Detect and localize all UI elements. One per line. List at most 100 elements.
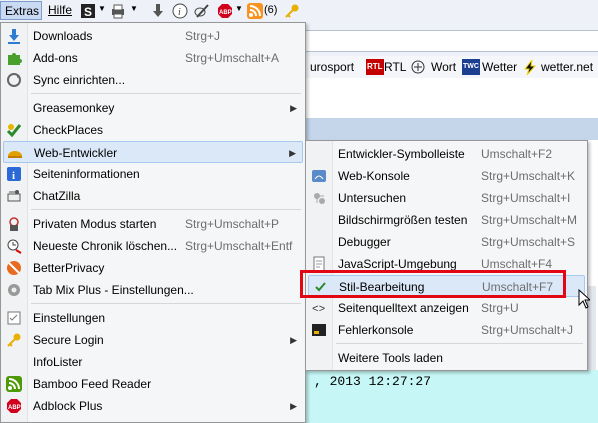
menu-item-infolister[interactable]: InfoLister xyxy=(3,351,303,373)
menu-item-shortcut: Strg+Umschalt+Entf xyxy=(185,239,293,253)
menu-item-label: Bamboo Feed Reader xyxy=(33,377,152,391)
print-icon[interactable] xyxy=(110,3,126,19)
menu-item-label: CheckPlaces xyxy=(33,123,104,137)
rss-icon[interactable] xyxy=(247,3,263,19)
timestamp-text: , 2013 12:27:27 xyxy=(314,374,432,389)
menu-extras[interactable]: Extras xyxy=(0,1,42,20)
menu-item-shortcut: Strg+Umschalt+K xyxy=(481,169,576,183)
menu-item-label: Secure Login xyxy=(33,333,104,347)
menu-hilfe[interactable]: Hilfe xyxy=(44,1,76,20)
info-icon[interactable]: i xyxy=(172,3,188,19)
svg-text:i: i xyxy=(12,170,15,182)
menu-item-shortcut: Strg+U xyxy=(481,301,519,315)
tabmix-icon xyxy=(8,284,20,296)
menu-item-label: Neueste Chronik löschen... xyxy=(33,239,178,253)
menu-item-label: Seiteninformationen xyxy=(33,167,140,181)
submenu-item-entwickler-symbolleiste[interactable]: Entwickler-Symbolleiste Umschalt+F2 xyxy=(308,143,585,165)
extras-menu: Downloads Strg+J Add-ons Strg+Umschalt+A Syn… xyxy=(0,22,306,423)
svg-text:<>: <> xyxy=(312,304,325,316)
menu-item-label: Weitere Tools laden xyxy=(338,351,443,365)
menu-item-label: ChatZilla xyxy=(33,189,81,203)
chatzilla-icon xyxy=(7,190,21,202)
menu-item-privaten-modus-starten[interactable]: Privaten Modus starten Strg+Umschalt+P xyxy=(3,213,303,235)
menu-item-shortcut: Strg+Umschalt+J xyxy=(481,323,574,337)
bookmarks-toolbar: urosport RTL RTL Wort TWC Wetter wetter.… xyxy=(300,56,598,78)
menu-item-shortcut: Umschalt+F2 xyxy=(481,147,553,161)
menu-item-sync-einrichten[interactable]: Sync einrichten... xyxy=(3,69,303,91)
menu-item-label: InfoLister xyxy=(33,355,83,369)
menu-item-downloads[interactable]: Downloads Strg+J xyxy=(3,25,303,47)
menu-item-label: Bildschirmgrößen testen xyxy=(338,213,468,227)
menu-item-shortcut: Strg+Umschalt+S xyxy=(481,235,576,249)
bookmark-eurosport[interactable]: urosport xyxy=(310,59,354,75)
bookmark-wetter[interactable]: Wetter xyxy=(482,59,517,75)
menu-item-label: Einstellungen xyxy=(33,311,106,325)
menu-item-label: Add-ons xyxy=(33,51,78,65)
mouse-cursor-icon xyxy=(578,289,590,309)
menu-item-tab-mix-plus-einstellungen[interactable]: Tab Mix Plus - Einstellungen... xyxy=(3,279,303,301)
menu-item-label: Greasemonkey xyxy=(33,101,115,115)
svg-text:ABP: ABP xyxy=(219,10,232,16)
menu-item-chatzilla[interactable]: ChatZilla xyxy=(3,185,303,207)
submenu-item-weitere-tools-laden[interactable]: Weitere Tools laden xyxy=(308,347,585,369)
menu-item-web-entwickler[interactable]: Web-Entwickler ▶ xyxy=(3,141,303,163)
checkplaces-icon xyxy=(6,124,22,138)
menu-item-bamboo-feed-reader[interactable]: Bamboo Feed Reader xyxy=(3,373,303,395)
s-dropdown-icon[interactable]: ▼ xyxy=(98,4,106,13)
menu-item-betterprivacy[interactable]: BetterPrivacy xyxy=(3,257,303,279)
submenu-item-debugger[interactable]: Debugger Strg+Umschalt+S xyxy=(308,231,585,253)
menu-item-checkplaces[interactable]: CheckPlaces xyxy=(3,119,303,141)
menu-item-greasemonkey[interactable]: Greasemonkey ▶ xyxy=(3,97,303,119)
console-icon xyxy=(312,170,326,182)
submenu-arrow-icon: ▶ xyxy=(289,148,296,158)
menu-item-label: Privaten Modus starten xyxy=(33,217,157,231)
menu-item-label: Sync einrichten... xyxy=(33,73,126,87)
menu-item-shortcut: Strg+Umschalt+A xyxy=(185,51,280,65)
menu-item-seiteninformationen[interactable]: i Seiteninformationen xyxy=(3,163,303,185)
info-icon: i xyxy=(7,167,21,182)
download-icon xyxy=(8,29,20,44)
key-icon xyxy=(7,333,21,347)
address-bar[interactable] xyxy=(300,30,598,52)
svg-text:ABP: ABP xyxy=(8,405,21,411)
menu-item-neueste-chronik-löschen[interactable]: Neueste Chronik löschen... Strg+Umschalt+… xyxy=(3,235,303,257)
adblock-toolbar-icon[interactable]: ABP xyxy=(217,3,233,19)
submenu-arrow-icon: ▶ xyxy=(290,103,297,113)
menu-item-secure-login[interactable]: Secure Login ▶ xyxy=(3,329,303,351)
menu-item-label: Adblock Plus xyxy=(33,399,103,413)
print-dropdown-icon[interactable]: ▼ xyxy=(130,4,138,13)
submenu-item-fehlerkonsole[interactable]: Fehlerkonsole Strg+Umschalt+J xyxy=(308,319,585,341)
sync-icon xyxy=(7,73,21,87)
submenu-item-seitenquelltext-anzeigen[interactable]: <> Seitenquelltext anzeigen Strg+U xyxy=(308,297,585,319)
highlight-annotation-box xyxy=(300,270,566,298)
svg-text:S: S xyxy=(84,5,92,19)
twc-logo-icon: TWC xyxy=(462,59,480,75)
menu-item-shortcut: Strg+J xyxy=(185,29,221,43)
menu-item-add-ons[interactable]: Add-ons Strg+Umschalt+A xyxy=(3,47,303,69)
adblock-dropdown-icon[interactable]: ▼ xyxy=(235,4,243,13)
bookmark-wetter-net[interactable]: wetter.net xyxy=(541,59,593,75)
menu-item-label: Web-Konsole xyxy=(338,169,410,183)
web-developer-icon xyxy=(8,151,22,158)
menu-item-einstellungen[interactable]: Einstellungen xyxy=(3,307,303,329)
submenu-item-web-konsole[interactable]: Web-Konsole Strg+Umschalt+K xyxy=(308,165,585,187)
menu-hilfe-label: Hilfe xyxy=(48,3,73,17)
settings-icon xyxy=(7,311,21,325)
page-header-strip xyxy=(300,118,598,140)
menu-item-shortcut: Strg+Umschalt+P xyxy=(185,217,280,231)
key-toolbar-icon[interactable] xyxy=(284,3,300,19)
menu-item-label: Tab Mix Plus - Einstellungen... xyxy=(33,283,194,297)
submenu-item-untersuchen[interactable]: Untersuchen Strg+Umschalt+I xyxy=(308,187,585,209)
bookmark-rtl[interactable]: RTL xyxy=(384,59,406,75)
s-icon[interactable]: S xyxy=(80,3,96,19)
clean-icon[interactable] xyxy=(194,3,210,19)
clear-history-icon xyxy=(7,239,22,254)
download-arrow-icon[interactable] xyxy=(150,3,166,19)
puzzle-icon xyxy=(8,53,22,65)
submenu-arrow-icon: ▶ xyxy=(290,335,297,345)
bookmark-wort[interactable]: Wort xyxy=(431,59,456,75)
rtl-logo-icon: RTL xyxy=(366,59,384,75)
menu-separator xyxy=(31,93,301,94)
submenu-item-bildschirmgrößen-testen[interactable]: Bildschirmgrößen testen Strg+Umschalt+M xyxy=(308,209,585,231)
menu-item-adblock-plus[interactable]: ABP Adblock Plus ▶ xyxy=(3,395,303,417)
